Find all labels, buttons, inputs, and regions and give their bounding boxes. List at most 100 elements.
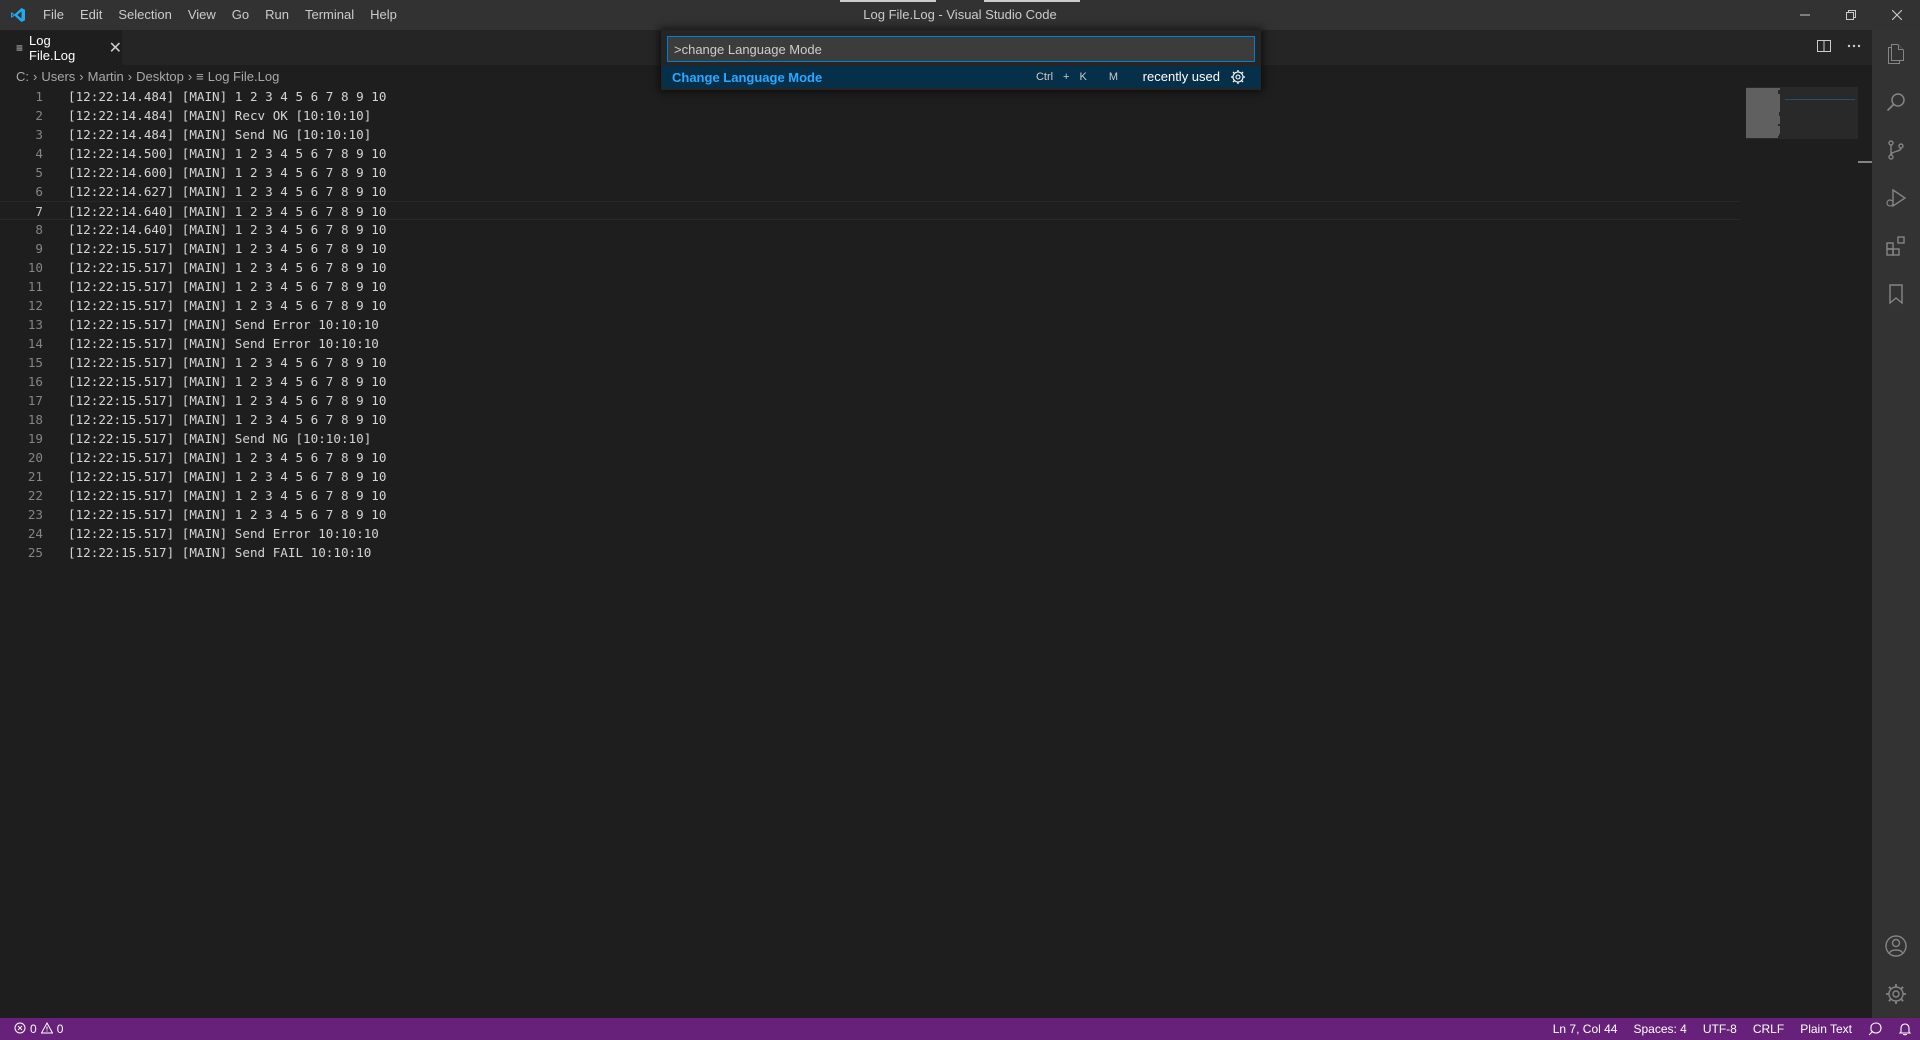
line-number: 16 <box>27 374 43 389</box>
split-editor-icon[interactable] <box>1816 38 1832 57</box>
code-text: [12:22:14.627] [MAIN] 1 2 3 4 5 6 7 8 9 … <box>68 184 387 199</box>
code-line[interactable]: 12 [12:22:15.517] [MAIN] 1 2 3 4 5 6 7 8 … <box>0 296 1740 315</box>
menu-bar: File Edit Selection View Go Run Terminal Help <box>35 0 405 30</box>
explorer-icon[interactable] <box>1872 30 1920 78</box>
breadcrumb-file[interactable]: Log File.Log <box>208 69 280 84</box>
source-control-icon[interactable] <box>1872 126 1920 174</box>
code-line[interactable]: 13 [12:22:15.517] [MAIN] Send Error 10:10… <box>0 315 1740 334</box>
menu-help[interactable]: Help <box>362 0 405 30</box>
key-k: K <box>1079 71 1087 83</box>
menu-terminal[interactable]: Terminal <box>297 0 362 30</box>
indentation[interactable]: Spaces: 4 <box>1625 1018 1694 1040</box>
breadcrumb-desktop[interactable]: Desktop <box>136 69 184 84</box>
code-text: [12:22:14.640] [MAIN] 1 2 3 4 5 6 7 8 9 … <box>68 222 387 237</box>
line-number: 12 <box>27 298 43 313</box>
feedback-icon[interactable] <box>1860 1022 1890 1036</box>
breadcrumb-users[interactable]: Users <box>41 69 75 84</box>
code-line[interactable]: 16 [12:22:15.517] [MAIN] 1 2 3 4 5 6 7 8 … <box>0 372 1740 391</box>
line-number: 8 <box>35 222 43 237</box>
code-text: [12:22:14.600] [MAIN] 1 2 3 4 5 6 7 8 9 … <box>68 165 387 180</box>
end-of-line[interactable]: CRLF <box>1745 1018 1792 1040</box>
line-number: 15 <box>27 355 43 370</box>
code-line[interactable]: 14 [12:22:15.517] [MAIN] Send Error 10:10… <box>0 334 1740 353</box>
encoding[interactable]: UTF-8 <box>1695 1018 1745 1040</box>
code-line[interactable]: 15 [12:22:15.517] [MAIN] 1 2 3 4 5 6 7 8 … <box>0 353 1740 372</box>
accounts-icon[interactable] <box>1872 922 1920 970</box>
code-line[interactable]: 19 [12:22:15.517] [MAIN] Send NG [10:10:1… <box>0 429 1740 448</box>
vscode-logo-icon <box>0 0 35 30</box>
code-line[interactable]: 10 [12:22:15.517] [MAIN] 1 2 3 4 5 6 7 8 … <box>0 258 1740 277</box>
code-line[interactable]: 21 [12:22:15.517] [MAIN] 1 2 3 4 5 6 7 8 … <box>0 467 1740 486</box>
menu-go[interactable]: Go <box>224 0 257 30</box>
code-line[interactable]: 7 [12:22:14.640] [MAIN] 1 2 3 4 5 6 7 8 9… <box>0 201 1740 220</box>
more-actions-icon[interactable] <box>1846 38 1862 57</box>
menu-selection[interactable]: Selection <box>110 0 179 30</box>
line-number: 24 <box>27 526 43 541</box>
code-line[interactable]: 2 [12:22:14.484] [MAIN] Recv OK [10:10:10… <box>0 106 1740 125</box>
configure-keybinding-gear-icon[interactable] <box>1230 69 1246 85</box>
code-line[interactable]: 11 [12:22:15.517] [MAIN] 1 2 3 4 5 6 7 8 … <box>0 277 1740 296</box>
code-text: [12:22:14.640] [MAIN] 1 2 3 4 5 6 7 8 9 … <box>68 204 387 219</box>
editor-tab[interactable]: ≡ Log File.Log ✕ <box>0 30 122 65</box>
code-line[interactable]: 4 [12:22:14.500] [MAIN] 1 2 3 4 5 6 7 8 9… <box>0 144 1740 163</box>
line-number: 11 <box>27 279 43 294</box>
code-line[interactable]: 6 [12:22:14.627] [MAIN] 1 2 3 4 5 6 7 8 9… <box>0 182 1740 201</box>
breadcrumb-martin[interactable]: Martin <box>88 69 124 84</box>
cursor-position[interactable]: Ln 7, Col 44 <box>1545 1018 1626 1040</box>
menu-run[interactable]: Run <box>257 0 297 30</box>
manage-gear-icon[interactable] <box>1872 970 1920 1018</box>
code-line[interactable]: 18 [12:22:15.517] [MAIN] 1 2 3 4 5 6 7 8 … <box>0 410 1740 429</box>
command-result-change-language-mode[interactable]: Change Language Mode Ctrl + K M recently… <box>662 66 1260 88</box>
minimize-button[interactable] <box>1782 0 1828 30</box>
close-window-button[interactable] <box>1874 0 1920 30</box>
code-text: [12:22:15.517] [MAIN] Send Error 10:10:1… <box>68 336 379 351</box>
command-palette-input[interactable] <box>667 36 1255 62</box>
chevron-right-icon: › <box>79 68 84 84</box>
code-text: [12:22:15.517] [MAIN] Send NG [10:10:10] <box>68 431 372 446</box>
tab-label: Log File.Log <box>29 32 76 63</box>
code-line[interactable]: 3 [12:22:14.484] [MAIN] Send NG [10:10:10… <box>0 125 1740 144</box>
menu-file[interactable]: File <box>35 0 72 30</box>
line-number: 21 <box>27 469 43 484</box>
plaintext-file-icon: ≡ <box>16 40 24 55</box>
code-line[interactable]: 17 [12:22:15.517] [MAIN] 1 2 3 4 5 6 7 8 … <box>0 391 1740 410</box>
command-result-label: Change Language Mode <box>672 69 823 85</box>
code-line[interactable]: 23 [12:22:15.517] [MAIN] 1 2 3 4 5 6 7 8 … <box>0 505 1740 524</box>
menu-edit[interactable]: Edit <box>72 0 110 30</box>
problems-indicator[interactable]: 0 0 <box>0 1021 63 1037</box>
run-debug-icon[interactable] <box>1872 174 1920 222</box>
code-line[interactable]: 22 [12:22:15.517] [MAIN] 1 2 3 4 5 6 7 8 … <box>0 486 1740 505</box>
code-line[interactable]: 24 [12:22:15.517] [MAIN] Send Error 10:10… <box>0 524 1740 543</box>
code-line[interactable]: 9 [12:22:15.517] [MAIN] 1 2 3 4 5 6 7 8 9… <box>0 239 1740 258</box>
restore-button[interactable] <box>1828 0 1874 30</box>
minimap-line <box>1746 136 1778 138</box>
menu-view[interactable]: View <box>180 0 224 30</box>
breadcrumb-file-icon: ≡ <box>196 68 204 84</box>
line-number: 19 <box>27 431 43 446</box>
line-number: 14 <box>27 336 43 351</box>
bookmarks-icon[interactable] <box>1872 270 1920 318</box>
code-line[interactable]: 5 [12:22:14.600] [MAIN] 1 2 3 4 5 6 7 8 9… <box>0 163 1740 182</box>
line-number: 23 <box>27 507 43 522</box>
breadcrumb-drive[interactable]: C: <box>16 69 29 84</box>
notifications-bell-icon[interactable] <box>1890 1022 1920 1036</box>
code-text: [12:22:15.517] [MAIN] 1 2 3 4 5 6 7 8 9 … <box>68 374 387 389</box>
code-text: [12:22:15.517] [MAIN] 1 2 3 4 5 6 7 8 9 … <box>68 412 387 427</box>
line-number: 17 <box>27 393 43 408</box>
line-number: 10 <box>27 260 43 275</box>
line-number: 22 <box>27 488 43 503</box>
search-icon[interactable] <box>1872 78 1920 126</box>
editor-area[interactable]: 1 [12:22:14.484] [MAIN] 1 2 3 4 5 6 7 8 9… <box>0 87 1858 1017</box>
extensions-icon[interactable] <box>1872 222 1920 270</box>
code-line[interactable]: 8 [12:22:14.640] [MAIN] 1 2 3 4 5 6 7 8 9… <box>0 220 1740 239</box>
line-number: 7 <box>35 204 43 219</box>
code-line[interactable]: 20 [12:22:15.517] [MAIN] 1 2 3 4 5 6 7 8 … <box>0 448 1740 467</box>
key-plus: + <box>1063 71 1070 83</box>
code-text: [12:22:15.517] [MAIN] 1 2 3 4 5 6 7 8 9 … <box>68 393 387 408</box>
code-text: [12:22:15.517] [MAIN] 1 2 3 4 5 6 7 8 9 … <box>68 450 387 465</box>
minimap[interactable] <box>1746 87 1858 1017</box>
close-tab-icon[interactable]: ✕ <box>109 38 122 58</box>
line-number: 20 <box>27 450 43 465</box>
language-mode[interactable]: Plain Text <box>1792 1018 1860 1040</box>
code-line[interactable]: 25 [12:22:15.517] [MAIN] Send FAIL 10:10:… <box>0 543 1740 562</box>
